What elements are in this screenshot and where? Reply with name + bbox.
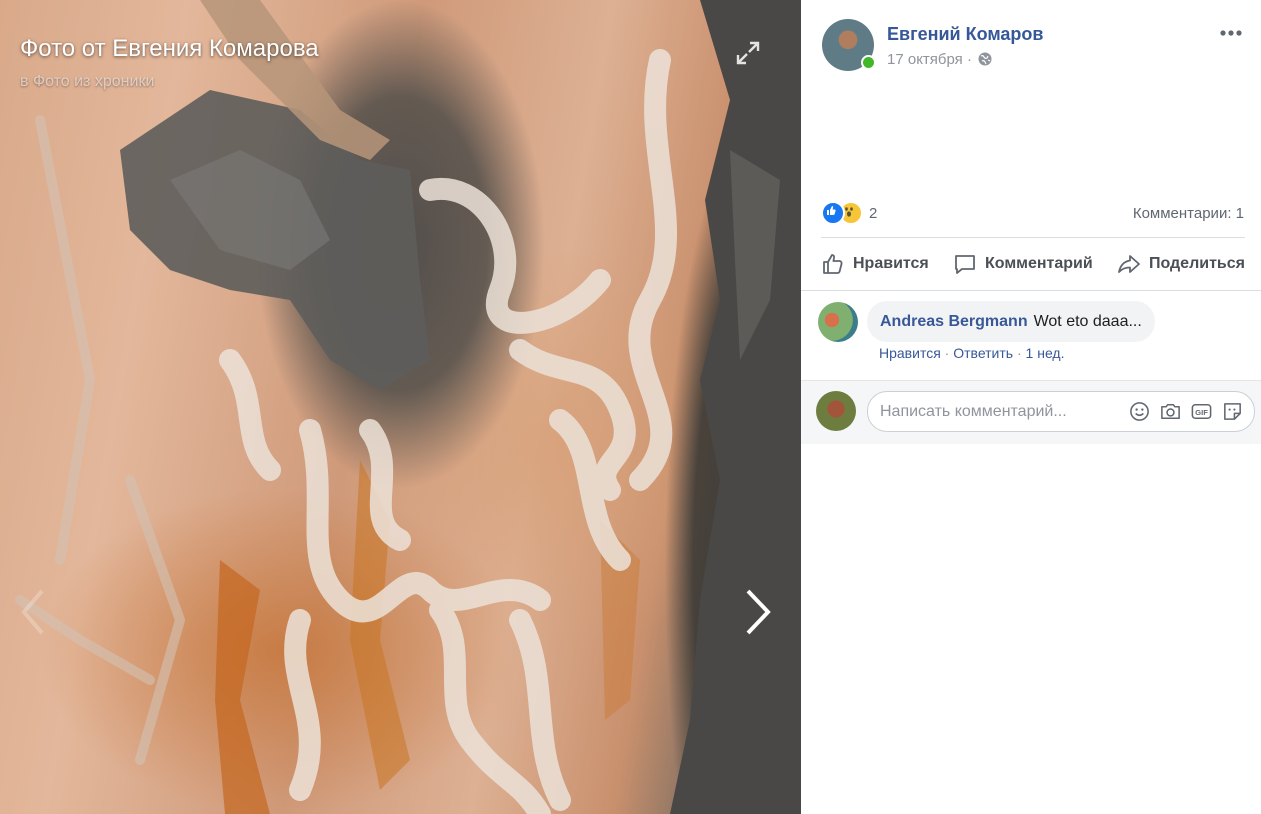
commenter-avatar[interactable] [818, 302, 858, 342]
share-button[interactable]: Поделиться [1117, 249, 1245, 279]
share-icon [1118, 255, 1140, 273]
emoji-icon[interactable] [1128, 400, 1151, 423]
comment-author[interactable]: Andreas Bergmann [880, 313, 1028, 331]
post-date[interactable]: 17 октября [887, 51, 963, 68]
more-options-icon[interactable] [1217, 21, 1245, 45]
composer-icons: GIF [1128, 400, 1244, 423]
comment-input-placeholder: Написать комментарий... [880, 402, 1067, 420]
comment-button[interactable]: Комментарий [953, 249, 1093, 279]
comment-bubble: Andreas Bergmann Wot eto daaa... [867, 301, 1155, 342]
thumbs-up-icon [823, 254, 843, 274]
svg-text:GIF: GIF [1195, 408, 1208, 417]
like-button-label: Нравится [853, 255, 929, 272]
post-meta: 17 октября · [887, 51, 992, 68]
chevron-left-icon[interactable] [14, 585, 54, 639]
sticker-icon[interactable] [1221, 400, 1244, 423]
share-button-label: Поделиться [1148, 255, 1245, 272]
comment-separator: · [944, 345, 950, 361]
photo-viewer: Фото от Евгения Комарова в Фото из хрони… [0, 0, 801, 814]
comment-actions: Нравится · Ответить · 1 нед. [879, 345, 1064, 361]
album-link[interactable]: в Фото из хроники [20, 73, 154, 91]
like-reaction-icon [821, 201, 845, 225]
reactions-summary[interactable]: 2 [821, 201, 878, 225]
current-user-avatar [816, 391, 856, 431]
meta-separator: · [966, 51, 972, 68]
post-panel: Евгений Комаров 17 октября · 2 Комментар… [801, 0, 1261, 814]
chevron-right-icon[interactable] [738, 585, 778, 639]
comments-count[interactable]: Комментарии: 1 [1133, 205, 1244, 222]
divider [801, 290, 1261, 291]
camera-icon[interactable] [1159, 400, 1182, 423]
globe-icon[interactable] [978, 52, 992, 66]
photo-title: Фото от Евгения Комарова [20, 35, 319, 62]
comment-time[interactable]: 1 нед. [1026, 345, 1065, 361]
photo-image [15, 0, 801, 814]
gif-icon[interactable]: GIF [1190, 400, 1213, 423]
like-button[interactable]: Нравится [821, 249, 929, 279]
comment-input[interactable]: Написать комментарий... GIF [867, 391, 1255, 432]
author-name[interactable]: Евгений Комаров [887, 24, 1043, 45]
comment-like-link[interactable]: Нравится [879, 345, 941, 361]
author-avatar[interactable] [822, 19, 876, 71]
comment-button-label: Комментарий [984, 255, 1093, 272]
reactions-count: 2 [869, 204, 878, 222]
comment-text: Wot eto daaa... [1033, 312, 1142, 330]
post-actions: Нравится Комментарий Поделиться [821, 249, 1245, 279]
online-status-indicator [861, 55, 876, 70]
comment-icon [955, 255, 975, 274]
divider [821, 237, 1245, 238]
comment-separator: · [1016, 345, 1022, 361]
comment-reply-link[interactable]: Ответить [953, 345, 1013, 361]
expand-icon[interactable] [735, 40, 761, 66]
